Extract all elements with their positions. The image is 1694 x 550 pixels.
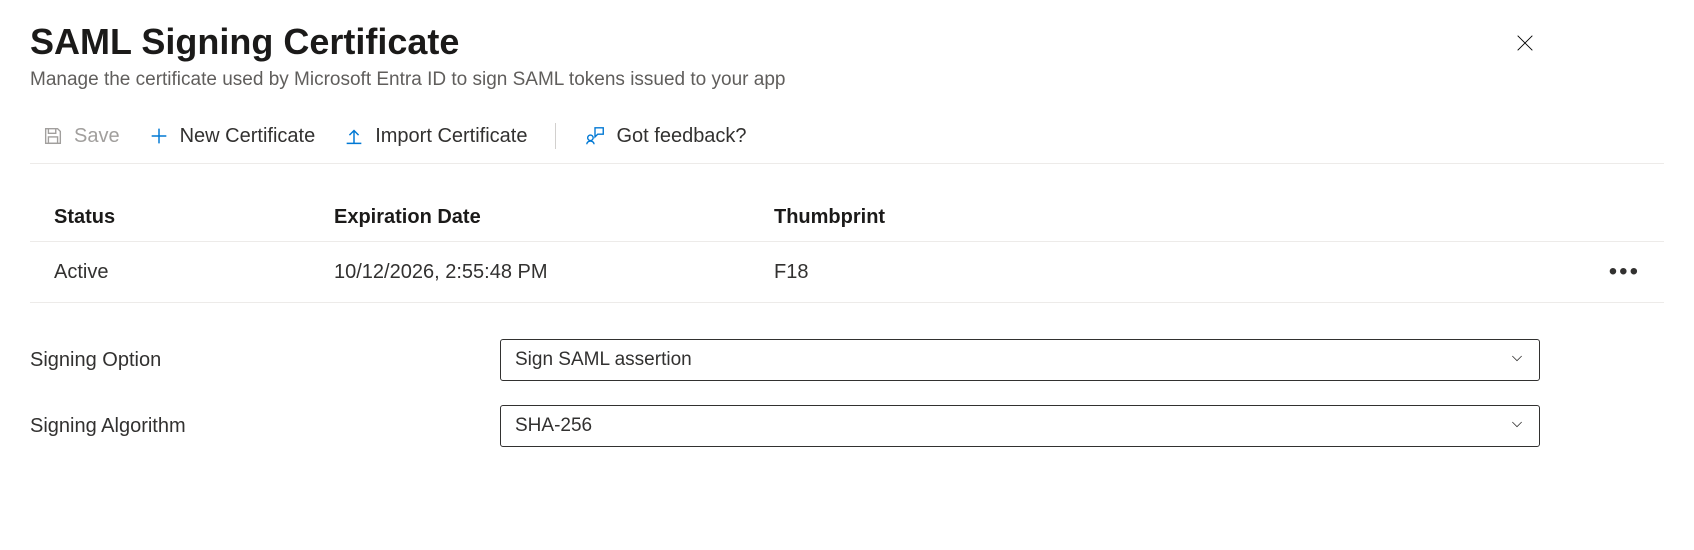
signing-algorithm-label: Signing Algorithm	[30, 415, 500, 438]
signing-algorithm-select[interactable]: SHA-256	[500, 405, 1540, 447]
signing-option-label: Signing Option	[30, 349, 500, 372]
table-header-row: Status Expiration Date Thumbprint	[30, 194, 1664, 242]
import-certificate-button[interactable]: Import Certificate	[343, 125, 527, 148]
save-label: Save	[74, 125, 120, 148]
import-certificate-label: Import Certificate	[375, 125, 527, 148]
feedback-button[interactable]: Got feedback?	[584, 125, 746, 148]
new-certificate-label: New Certificate	[180, 125, 316, 148]
page-subtitle: Manage the certificate used by Microsoft…	[30, 69, 1664, 91]
chevron-down-icon	[1509, 350, 1525, 371]
signing-algorithm-value: SHA-256	[515, 415, 1509, 437]
cert-expiration: 10/12/2026, 2:55:48 PM	[334, 261, 774, 284]
toolbar: Save New Certificate Import Certificate …	[30, 115, 1664, 164]
save-icon	[42, 125, 64, 147]
form-section: Signing Option Sign SAML assertion Signi…	[30, 339, 1664, 447]
toolbar-separator	[555, 123, 556, 149]
save-button: Save	[42, 125, 120, 148]
signing-algorithm-row: Signing Algorithm SHA-256	[30, 405, 1664, 447]
more-icon: •••	[1609, 258, 1640, 285]
table-header-thumbprint: Thumbprint	[774, 206, 1560, 229]
feedback-label: Got feedback?	[616, 125, 746, 148]
import-icon	[343, 125, 365, 147]
page-title: SAML Signing Certificate	[30, 20, 459, 63]
row-more-button[interactable]: •••	[1609, 258, 1640, 286]
signing-option-select[interactable]: Sign SAML assertion	[500, 339, 1540, 381]
cert-status: Active	[54, 261, 334, 284]
table-header-status: Status	[54, 206, 334, 229]
signing-option-row: Signing Option Sign SAML assertion	[30, 339, 1664, 381]
certificate-table: Status Expiration Date Thumbprint Active…	[30, 194, 1664, 303]
table-header-expiration: Expiration Date	[334, 206, 774, 229]
feedback-icon	[584, 125, 606, 147]
new-certificate-button[interactable]: New Certificate	[148, 125, 316, 148]
close-button[interactable]	[1506, 24, 1544, 65]
close-icon	[1514, 32, 1536, 57]
chevron-down-icon	[1509, 416, 1525, 437]
plus-icon	[148, 125, 170, 147]
table-row: Active 10/12/2026, 2:55:48 PM F18 •••	[30, 242, 1664, 303]
cert-thumbprint: F18	[774, 261, 1560, 284]
signing-option-value: Sign SAML assertion	[515, 349, 1509, 371]
